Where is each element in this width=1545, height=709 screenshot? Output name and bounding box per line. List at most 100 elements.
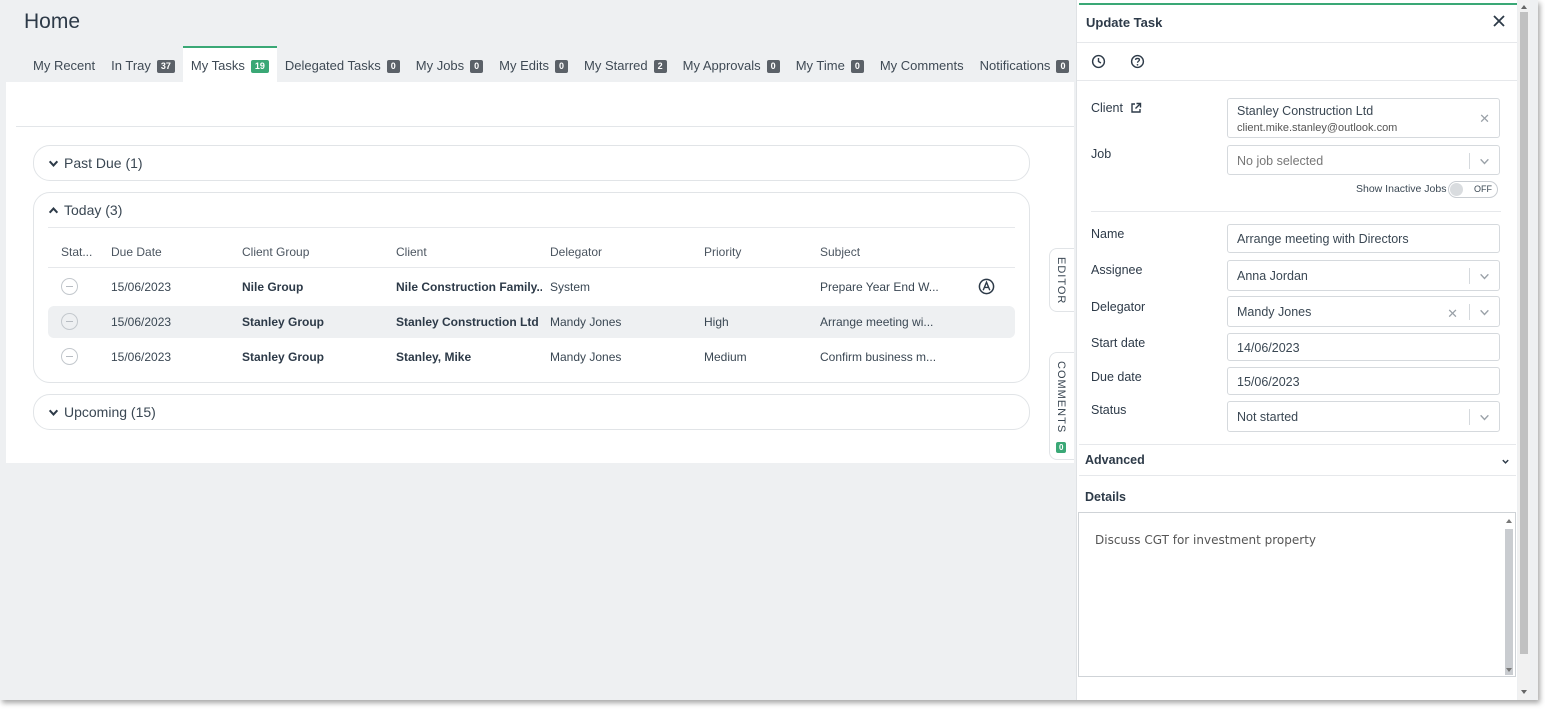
panel-title: Update Task <box>1086 15 1163 30</box>
tab-my-comments[interactable]: My Comments <box>872 46 972 82</box>
status-not-started-icon[interactable] <box>61 278 78 295</box>
col-due-date[interactable]: Due Date <box>111 245 162 259</box>
name-input[interactable]: Arrange meeting with Directors <box>1227 224 1500 253</box>
job-placeholder: No job selected <box>1237 154 1324 168</box>
section-header[interactable]: Upcoming (15) <box>48 404 156 420</box>
cell-subject: Arrange meeting wi... <box>820 315 934 329</box>
details-label: Details <box>1085 490 1126 504</box>
advanced-section-toggle[interactable]: Advanced <box>1079 444 1516 476</box>
tab-my-starred[interactable]: My Starred 2 <box>576 46 675 82</box>
cell-client: Nile Construction Family... <box>396 280 542 294</box>
tab-my-recent[interactable]: My Recent <box>25 46 103 82</box>
table-row[interactable]: 15/06/2023 Stanley Group Stanley, Mike M… <box>48 341 1015 373</box>
scroll-down-icon[interactable] <box>1505 666 1513 674</box>
tab-my-tasks[interactable]: My Tasks 19 <box>182 46 277 82</box>
status-select[interactable]: Not started <box>1227 401 1500 432</box>
due-date-input[interactable]: 15/06/2023 <box>1227 367 1500 395</box>
comments-side-tab[interactable]: COMMENTS 0 <box>1049 352 1074 460</box>
cell-priority: Medium <box>704 350 747 364</box>
tab-my-jobs[interactable]: My Jobs 0 <box>408 46 491 82</box>
section-title: Upcoming (15) <box>64 404 156 420</box>
page-title: Home <box>24 10 81 33</box>
scrollbar-thumb[interactable] <box>1520 12 1528 654</box>
chevron-down-icon[interactable] <box>1479 156 1490 167</box>
status-not-started-icon[interactable] <box>61 348 78 365</box>
clear-icon[interactable]: ✕ <box>1447 306 1458 322</box>
toggle-knob <box>1450 183 1463 196</box>
client-name: Stanley Construction Ltd <box>1237 104 1374 118</box>
section-past-due[interactable]: Past Due (1) <box>33 145 1030 181</box>
dropdown-separator <box>1469 153 1470 169</box>
details-scrollbar[interactable] <box>1505 529 1513 675</box>
assignee-select[interactable]: Anna Jordan <box>1227 260 1500 291</box>
cell-subject: Confirm business m... <box>820 350 937 364</box>
dropdown-separator <box>1469 409 1470 425</box>
job-label: Job <box>1091 147 1112 161</box>
chevron-down-icon[interactable] <box>1479 307 1490 318</box>
tab-count-badge: 0 <box>470 60 484 73</box>
status-not-started-icon[interactable] <box>61 313 78 330</box>
chevron-up-icon <box>48 206 59 213</box>
start-date-label: Start date <box>1091 336 1146 350</box>
col-delegator[interactable]: Delegator <box>550 245 602 259</box>
panel-divider <box>1091 211 1501 212</box>
name-label: Name <box>1091 227 1125 241</box>
history-icon[interactable] <box>1091 54 1106 69</box>
chevron-down-icon[interactable] <box>1479 271 1490 282</box>
cell-client-group: Stanley Group <box>242 350 325 364</box>
section-header[interactable]: Past Due (1) <box>48 155 143 171</box>
col-status[interactable]: Stat... <box>61 245 92 259</box>
cell-due-date: 15/06/2023 <box>111 350 172 364</box>
panel-accent-line <box>1079 3 1517 5</box>
section-header[interactable]: Today (3) <box>48 202 122 218</box>
details-textarea[interactable]: Discuss CGT for investment property <box>1078 512 1516 677</box>
tab-delegated-tasks[interactable]: Delegated Tasks 0 <box>277 46 408 82</box>
assignee-value: Anna Jordan <box>1237 269 1308 283</box>
tab-my-time[interactable]: My Time 0 <box>788 46 872 82</box>
section-upcoming[interactable]: Upcoming (15) <box>33 394 1030 430</box>
close-icon[interactable] <box>1491 13 1507 29</box>
help-icon[interactable] <box>1130 54 1145 69</box>
chevron-down-icon <box>1502 459 1509 464</box>
section-today: Today (3) Stat... Due Date Client Group … <box>33 192 1030 383</box>
panel-scrollbar[interactable] <box>1518 0 1530 700</box>
tab-count-badge: 37 <box>156 60 175 73</box>
tab-count-badge: 2 <box>653 60 667 73</box>
delegator-select[interactable]: Mandy Jones ✕ <box>1227 296 1500 327</box>
tab-my-approvals[interactable]: My Approvals 0 <box>675 46 788 82</box>
tab-in-tray[interactable]: In Tray 37 <box>103 46 183 82</box>
due-date-label: Due date <box>1091 370 1142 384</box>
name-value: Arrange meeting with Directors <box>1237 232 1409 246</box>
clear-icon[interactable]: ✕ <box>1479 111 1490 127</box>
tab-count-badge: 0 <box>766 60 780 73</box>
cell-delegator: Mandy Jones <box>550 350 622 364</box>
col-client-group[interactable]: Client Group <box>242 245 309 259</box>
table-row[interactable]: 15/06/2023 Stanley Group Stanley Constru… <box>48 306 1015 338</box>
scroll-down-icon[interactable] <box>1520 688 1528 696</box>
details-text: Discuss CGT for investment property <box>1095 533 1317 547</box>
toggle-state: OFF <box>1474 184 1492 194</box>
table-row[interactable]: 15/06/2023 Nile Group Nile Construction … <box>48 271 1015 303</box>
tab-notifications[interactable]: Notifications 0 <box>972 46 1078 82</box>
col-priority[interactable]: Priority <box>704 245 741 259</box>
scroll-up-icon[interactable] <box>1520 3 1528 11</box>
tab-bar: My Recent In Tray 37 My Tasks 19 Delegated… <box>25 46 1077 82</box>
col-subject[interactable]: Subject <box>820 245 860 259</box>
col-client[interactable]: Client <box>396 245 427 259</box>
cell-priority: High <box>704 315 729 329</box>
tab-my-edits[interactable]: My Edits 0 <box>491 46 576 82</box>
chevron-down-icon[interactable] <box>1479 412 1490 423</box>
scroll-up-icon[interactable] <box>1505 517 1513 525</box>
client-select[interactable]: Stanley Construction Ltd client.mike.sta… <box>1227 98 1500 138</box>
dropdown-separator <box>1469 304 1470 320</box>
tab-label: My Comments <box>879 58 964 73</box>
editor-side-tab[interactable]: EDITOR <box>1049 248 1074 312</box>
automation-icon[interactable] <box>978 278 995 295</box>
external-link-icon[interactable] <box>1130 102 1142 114</box>
show-inactive-jobs-toggle[interactable]: OFF <box>1448 181 1498 198</box>
cell-delegator: System <box>550 280 591 294</box>
main-content: Past Due (1) Today (3) Stat... Due Date … <box>6 82 1074 463</box>
start-date-input[interactable]: 14/06/2023 <box>1227 333 1500 361</box>
cell-client-group: Stanley Group <box>242 315 325 329</box>
job-select[interactable]: No job selected <box>1227 145 1500 175</box>
